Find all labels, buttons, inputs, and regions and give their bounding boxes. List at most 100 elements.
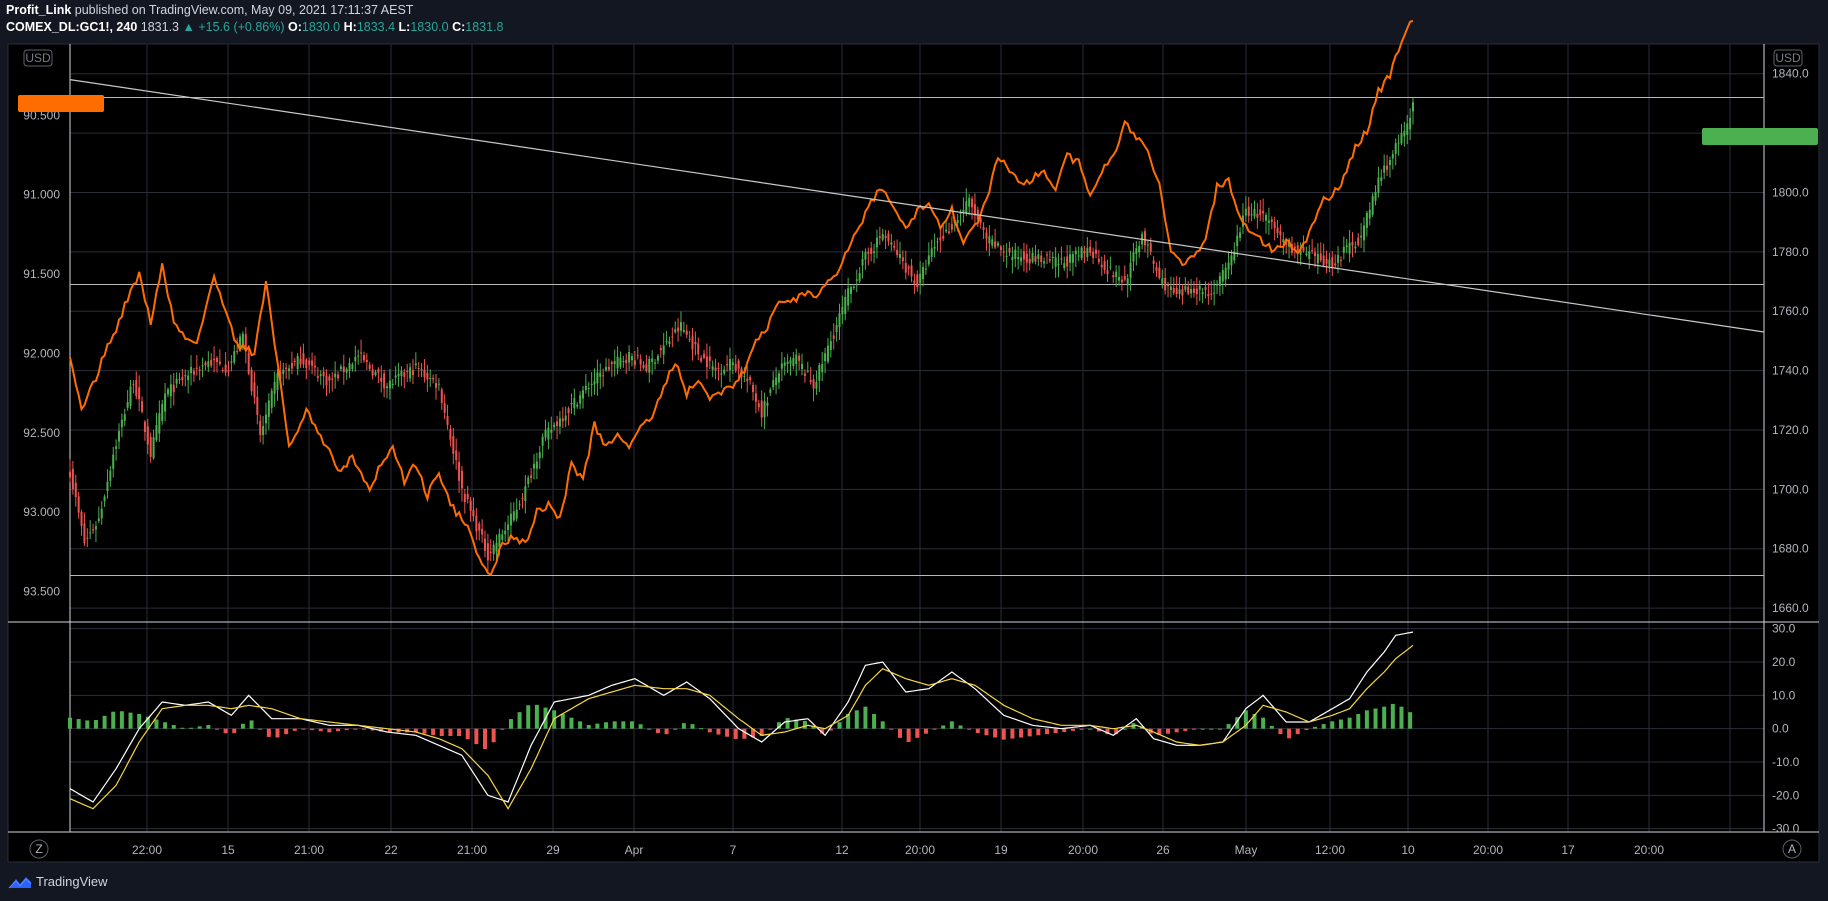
macd-histogram-bar: [699, 728, 704, 730]
macd-histogram-bar: [1019, 728, 1024, 738]
macd-histogram-bar: [560, 714, 565, 729]
gold-candle-body: [1365, 212, 1368, 228]
gold-candle-body: [593, 381, 596, 385]
macd-histogram-bar: [932, 728, 937, 730]
gold-candle-body: [264, 414, 267, 424]
gold-candle-body: [296, 355, 299, 370]
gold-candle-body: [218, 361, 221, 364]
gold-candle-body: [1342, 247, 1345, 253]
gold-candle-body: [605, 366, 608, 371]
macd-histogram-bar: [1183, 728, 1188, 731]
oscillator-tick-label: 30.0: [1772, 622, 1796, 636]
gold-candle-body: [613, 361, 616, 365]
tradingview-logo-icon: [8, 876, 32, 888]
time-axis-tick-label: 22:00: [132, 843, 162, 857]
macd-histogram-bar: [500, 728, 505, 730]
gold-candle-body: [207, 361, 210, 368]
gold-candle-body: [723, 369, 726, 374]
gold-candle-body: [619, 357, 622, 367]
macd-histogram-bar: [1373, 708, 1378, 729]
gold-candle-body: [175, 378, 178, 384]
gold-candle-body: [77, 496, 80, 513]
gold-candle-body: [400, 370, 403, 377]
gold-candle-body: [210, 359, 213, 366]
gold-candle-body: [556, 421, 559, 426]
gold-candle-body: [1374, 192, 1377, 201]
gold-candle-body: [564, 415, 567, 421]
left-axis-tick-label: 91.500: [23, 267, 60, 281]
gold-candle-body: [71, 468, 74, 490]
gold-candle-body: [1129, 262, 1132, 278]
gold-candle-body: [1161, 278, 1164, 284]
gold-candle-body: [1066, 256, 1069, 267]
gold-candle-body: [1002, 251, 1005, 253]
gold-candle-body: [633, 360, 636, 366]
gold-candle-body: [504, 530, 507, 535]
gold-candle-body: [1005, 256, 1008, 258]
macd-histogram-bar: [361, 728, 366, 730]
macd-histogram-bar: [1226, 724, 1231, 729]
gold-candle-body: [1097, 258, 1100, 263]
gold-candle-body: [789, 360, 792, 364]
macd-histogram-bar: [232, 728, 237, 733]
macd-histogram-bar: [180, 727, 185, 729]
gold-candle-body: [1155, 267, 1158, 272]
gold-candle-body: [959, 213, 962, 215]
macd-histogram-bar: [1382, 706, 1387, 729]
gold-candle-body: [1322, 255, 1325, 265]
gold-candle-body: [1195, 288, 1198, 294]
gold-candle-body: [708, 356, 711, 361]
macd-histogram-bar: [422, 728, 427, 734]
gold-candle-body: [1060, 258, 1063, 260]
macd-histogram-bar: [457, 728, 462, 736]
macd-histogram-bar: [292, 728, 297, 731]
chart-canvas[interactable]: 1840.01820.01800.01780.01760.01740.01720…: [0, 0, 1828, 901]
gold-candle-body: [1339, 259, 1342, 261]
gold-candle-body: [371, 369, 374, 376]
gold-candle-body: [322, 371, 325, 377]
gold-candle-body: [288, 368, 291, 372]
gold-candle-body: [772, 380, 775, 388]
gold-candle-body: [106, 481, 109, 491]
gold-candle-body: [129, 386, 132, 406]
tradingview-footer[interactable]: TradingView: [8, 874, 108, 889]
gold-candle-body: [380, 377, 383, 382]
gold-candle-body: [158, 413, 161, 434]
right-axis-tick-label: 1680.0: [1772, 542, 1809, 556]
macd-histogram-bar: [284, 728, 289, 735]
macd-histogram-bar: [258, 728, 263, 730]
gold-candle-body: [1351, 241, 1354, 246]
gold-candle-body: [411, 370, 414, 376]
gold-candle-body: [290, 362, 293, 369]
macd-histogram-bar: [1321, 724, 1326, 729]
gold-candle-body: [80, 511, 83, 527]
time-axis-tick-label: 12:00: [1315, 843, 1345, 857]
gold-candle-body: [1089, 246, 1092, 253]
gold-candle-body: [313, 365, 316, 368]
right-axis-tick-label: 1780.0: [1772, 245, 1809, 259]
gold-candle-body: [841, 306, 844, 315]
gold-candle-body: [628, 351, 631, 363]
gold-candle-body: [651, 358, 654, 363]
gold-candle-body: [703, 353, 706, 358]
oscillator-tick-label: 0.0: [1772, 722, 1789, 736]
left-axis-tick-label: 91.000: [23, 188, 60, 202]
time-axis-tick-label: 20:00: [1068, 843, 1098, 857]
gold-candle-body: [763, 401, 766, 418]
macd-histogram-bar: [534, 704, 539, 729]
gold-candle-body: [253, 382, 256, 398]
gold-candle-body: [1302, 247, 1305, 251]
gold-candle-body: [720, 373, 723, 375]
gold-candle-body: [1325, 258, 1328, 264]
gold-candle-body: [432, 377, 435, 380]
gold-candle-body: [1103, 261, 1106, 271]
gold-candle-body: [821, 364, 824, 373]
gold-candle-body: [870, 248, 873, 254]
gold-candle-body: [896, 249, 899, 255]
gold-candle-body: [397, 373, 400, 377]
gold-candle-body: [625, 359, 628, 364]
macd-histogram-bar: [889, 728, 894, 730]
gold-candle-body: [766, 402, 769, 406]
gold-candle-body: [507, 524, 510, 531]
macd-histogram-bar: [655, 728, 660, 734]
